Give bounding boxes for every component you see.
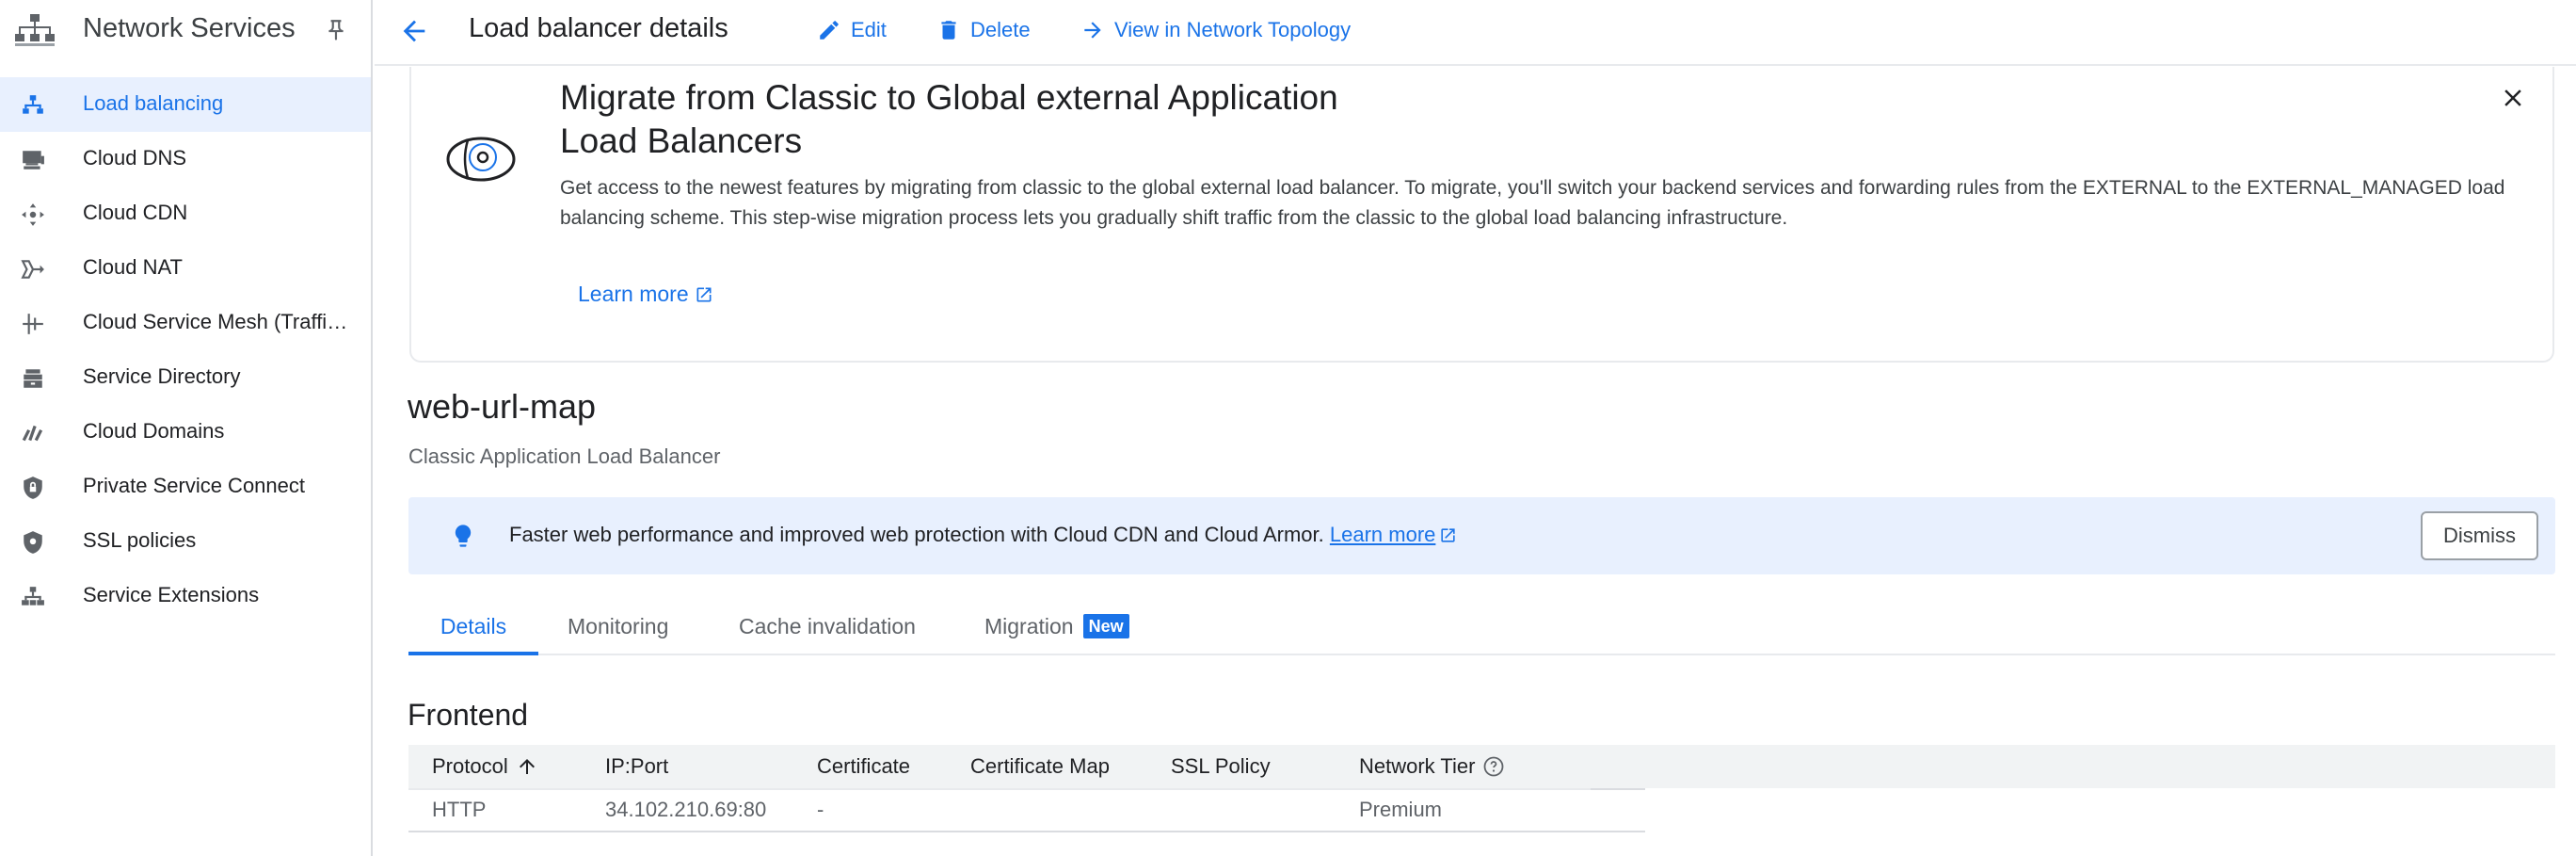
- sidebar-item-service-mesh[interactable]: Cloud Service Mesh (Traffic Director): [0, 296, 371, 350]
- ssl-policies-icon: [24, 531, 42, 554]
- table-divider: [1591, 788, 1645, 790]
- tip-message: Faster web performance and improved web …: [509, 523, 1457, 547]
- load-balancer-type: Classic Application Load Balancer: [408, 444, 721, 468]
- tab-label: Cache invalidation: [739, 614, 916, 638]
- banner-title: Migrate from Classic to Global external …: [560, 78, 1338, 160]
- private-service-connect-icon: [24, 476, 42, 499]
- sidebar-item-label: Cloud DNS: [83, 146, 187, 170]
- help-circle-icon[interactable]: [1482, 755, 1505, 778]
- load-balancing-icon: [23, 95, 43, 114]
- banner-description: Get access to the newest features by mig…: [560, 177, 2505, 229]
- sidebar-item-service-extensions[interactable]: Service Extensions: [0, 569, 371, 623]
- column-header-ssl-policy[interactable]: SSL Policy: [1171, 754, 1271, 779]
- table-divider: [408, 788, 1591, 790]
- sidebar-nav: Load balancing Cloud DNS Cloud CDN Cloud…: [0, 77, 371, 623]
- cell-ip-port: 34.102.210.69:80: [605, 798, 767, 821]
- migration-banner: Migrate from Classic to Global external …: [409, 67, 2554, 363]
- table-divider: [408, 831, 1645, 832]
- network-services-logo-icon: [15, 14, 55, 46]
- external-link-icon: [1441, 528, 1456, 542]
- edit-label: Edit: [851, 18, 887, 41]
- close-icon[interactable]: [2499, 84, 2527, 112]
- sidebar-item-label: Private Service Connect: [83, 474, 305, 497]
- back-arrow-icon[interactable]: [397, 15, 431, 47]
- sidebar-item-ssl-policies[interactable]: SSL policies: [0, 514, 371, 569]
- sidebar-item-service-directory[interactable]: Service Directory: [0, 350, 371, 405]
- column-header-label: Certificate Map: [970, 754, 1110, 778]
- delete-label: Delete: [970, 18, 1031, 41]
- view-topology-label: View in Network Topology: [1114, 18, 1352, 41]
- recommendation-tip: Faster web performance and improved web …: [408, 497, 2555, 574]
- sidebar-item-label: Cloud NAT: [83, 255, 183, 279]
- sidebar-item-label: SSL policies: [83, 528, 197, 552]
- sidebar-item-label: Service Directory: [83, 364, 241, 388]
- app-title: Network Services: [83, 13, 296, 43]
- dismiss-button[interactable]: Dismiss: [2421, 511, 2538, 560]
- column-header-label: Network Tier: [1359, 754, 1476, 778]
- cell-certificate: -: [817, 798, 824, 821]
- tab-cache-invalidation[interactable]: Cache invalidation: [739, 599, 916, 655]
- tip-learn-more-label: Learn more: [1329, 523, 1436, 546]
- sidebar-item-label: Load balancing: [83, 91, 224, 115]
- column-header-protocol[interactable]: Protocol: [432, 754, 538, 779]
- sidebar-item-cloud-dns[interactable]: Cloud DNS: [0, 132, 371, 186]
- delete-button[interactable]: Delete: [936, 16, 1031, 44]
- sidebar-item-cloud-nat[interactable]: Cloud NAT: [0, 241, 371, 296]
- page-title: Load balancer details: [469, 13, 728, 43]
- arrow-right-icon: [1084, 22, 1101, 39]
- cloud-domains-icon: [22, 425, 43, 442]
- sidebar: Network Services Load balancing Cloud DN…: [0, 0, 373, 856]
- sidebar-item-label: Service Extensions: [83, 583, 260, 606]
- column-header-label: Certificate: [817, 754, 911, 778]
- external-link-icon: [696, 287, 712, 301]
- column-header-certificate-map[interactable]: Certificate Map: [970, 754, 1110, 779]
- cell-protocol: HTTP: [432, 798, 487, 821]
- service-directory-icon: [24, 369, 42, 388]
- cloud-dns-icon: [23, 151, 44, 170]
- tab-label: Details: [440, 614, 507, 638]
- load-balancer-name: web-url-map: [408, 387, 597, 426]
- migration-illustration-icon: [446, 137, 516, 182]
- cell-network-tier: Premium: [1359, 798, 1443, 821]
- sidebar-item-cloud-cdn[interactable]: Cloud CDN: [0, 186, 371, 241]
- column-header-label: IP:Port: [605, 754, 669, 778]
- new-badge: New: [1082, 614, 1129, 638]
- sidebar-item-label: Cloud Service Mesh (Traffic Director): [83, 310, 351, 333]
- column-header-network-tier[interactable]: Network Tier: [1359, 754, 1505, 779]
- frontend-section-title: Frontend: [408, 698, 529, 732]
- sidebar-item-label: Cloud Domains: [83, 419, 225, 443]
- sidebar-item-cloud-domains[interactable]: Cloud Domains: [0, 405, 371, 460]
- tab-label: Migration: [984, 614, 1074, 638]
- sidebar-header: Network Services: [0, 0, 371, 60]
- column-header-certificate[interactable]: Certificate: [817, 754, 910, 779]
- edit-button[interactable]: Edit: [817, 16, 887, 44]
- banner-learn-more-link[interactable]: Learn more: [578, 282, 713, 307]
- tip-text: Faster web performance and improved web …: [509, 523, 1324, 546]
- trash-icon: [941, 21, 956, 40]
- service-extensions-icon: [22, 587, 44, 606]
- lightbulb-icon: [455, 525, 472, 547]
- column-header-ip-port[interactable]: IP:Port: [605, 754, 668, 779]
- tab-label: Monitoring: [568, 614, 669, 638]
- tab-migration[interactable]: Migration New: [984, 599, 1129, 655]
- view-topology-button[interactable]: View in Network Topology: [1080, 16, 1351, 44]
- column-header-label: Protocol: [432, 754, 508, 778]
- banner-learn-more-label: Learn more: [578, 282, 689, 306]
- tab-monitoring[interactable]: Monitoring: [568, 599, 668, 655]
- service-mesh-icon: [23, 314, 43, 334]
- cloud-nat-icon: [21, 260, 44, 279]
- sort-ascending-arrow-icon[interactable]: [516, 755, 538, 778]
- tab-details[interactable]: Details: [408, 599, 538, 655]
- tab-bar: Details Monitoring Cache invalidation Mi…: [408, 599, 2555, 655]
- tip-learn-more-link[interactable]: Learn more: [1330, 523, 1458, 546]
- cloud-cdn-icon: [22, 203, 44, 226]
- top-bar: Load balancer details Edit Delete View i…: [375, 0, 2576, 66]
- pin-icon[interactable]: [324, 17, 348, 43]
- sidebar-item-label: Cloud CDN: [83, 201, 188, 224]
- edit-pencil-icon: [820, 21, 839, 40]
- sidebar-item-load-balancing[interactable]: Load balancing: [0, 77, 371, 132]
- sidebar-item-private-service-connect[interactable]: Private Service Connect: [0, 460, 371, 514]
- column-header-label: SSL Policy: [1171, 754, 1271, 778]
